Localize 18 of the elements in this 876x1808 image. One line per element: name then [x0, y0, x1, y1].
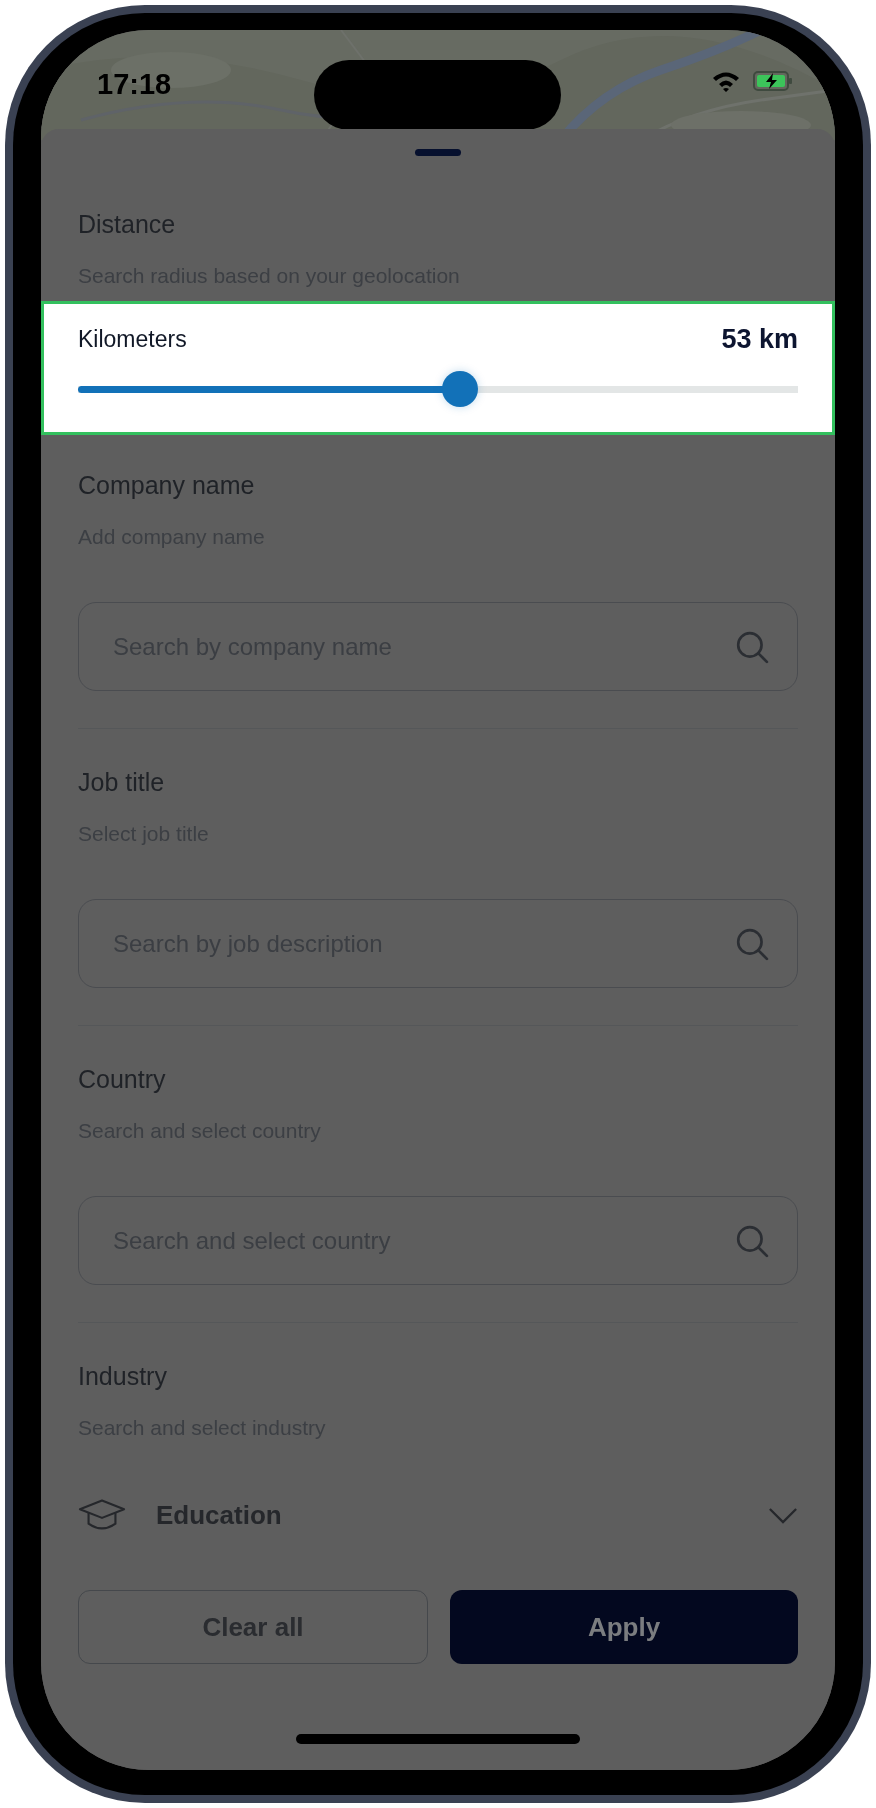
section-title: Job title	[78, 767, 166, 797]
search-icon	[735, 926, 769, 961]
slider-label: Kilometers	[78, 326, 187, 353]
slider-value: 53 km	[721, 324, 798, 355]
status-time: 17:18	[97, 68, 172, 101]
battery-icon	[753, 70, 793, 92]
slider-thumb[interactable]	[441, 371, 478, 407]
section-title: Company name	[78, 470, 256, 500]
section-title: Distance	[78, 209, 177, 239]
graduation-cap-icon	[78, 1498, 126, 1532]
wifi-icon	[711, 70, 741, 92]
section-title: Country	[78, 1064, 167, 1094]
search-icon	[735, 1223, 769, 1258]
drag-handle[interactable]	[415, 149, 461, 156]
industry-option[interactable]: Education	[156, 1499, 768, 1531]
apply-button[interactable]: Apply	[450, 1590, 798, 1664]
search-icon	[735, 629, 769, 664]
section-title: Industry	[78, 1361, 168, 1391]
